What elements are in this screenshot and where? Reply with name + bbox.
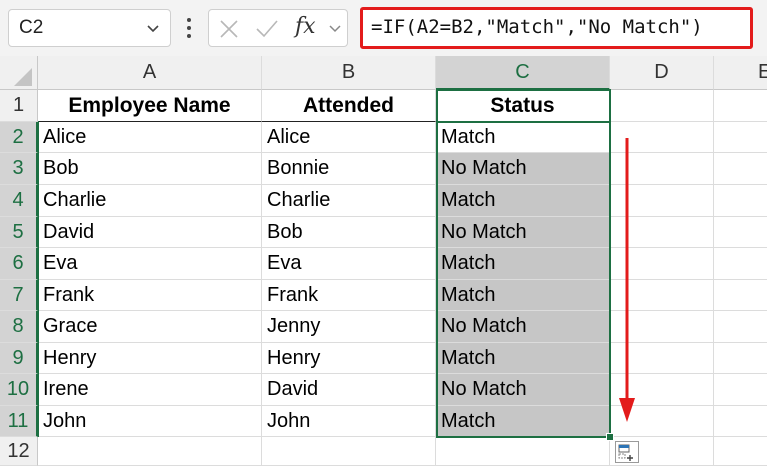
cancel-icon[interactable]: [219, 19, 239, 39]
cell-a10[interactable]: Irene: [38, 374, 262, 406]
red-down-arrow-icon: [619, 138, 635, 422]
cell-c3[interactable]: No Match: [436, 153, 610, 185]
cell-e10[interactable]: [714, 374, 767, 406]
row-header-5[interactable]: 5: [0, 217, 38, 248]
cell-e8[interactable]: [714, 311, 767, 343]
column-header-b[interactable]: B: [262, 56, 436, 90]
cell-b4[interactable]: Charlie: [262, 185, 436, 217]
cell-c5[interactable]: No Match: [436, 217, 610, 248]
cell-e4[interactable]: [714, 185, 767, 217]
cell-a3[interactable]: Bob: [38, 153, 262, 185]
formula-text: =IF(A2=B2,"Match","No Match"): [371, 16, 703, 38]
cell-a8[interactable]: Grace: [38, 311, 262, 343]
cell-c4[interactable]: Match: [436, 185, 610, 217]
cell-c12[interactable]: [436, 437, 610, 466]
cell-e7[interactable]: [714, 280, 767, 311]
row-header-3[interactable]: 3: [0, 153, 38, 185]
header-attended[interactable]: Attended: [262, 90, 436, 122]
chevron-down-icon[interactable]: [328, 20, 342, 36]
formula-buttons: fx: [208, 9, 348, 47]
cell-a4[interactable]: Charlie: [38, 185, 262, 217]
cell-b3[interactable]: Bonnie: [262, 153, 436, 185]
cell-e12[interactable]: [714, 437, 767, 466]
cell-c11[interactable]: Match: [436, 406, 610, 437]
header-employee-name[interactable]: Employee Name: [38, 90, 262, 122]
cell-c10[interactable]: No Match: [436, 374, 610, 406]
cell-a5[interactable]: David: [38, 217, 262, 248]
fill-handle[interactable]: [606, 433, 614, 441]
header-status[interactable]: Status: [436, 90, 610, 122]
cell-e2[interactable]: [714, 122, 767, 153]
check-icon[interactable]: [255, 19, 279, 39]
quick-analysis-icon: [618, 444, 633, 461]
formula-input[interactable]: =IF(A2=B2,"Match","No Match"): [360, 7, 753, 49]
cell-b12[interactable]: [262, 437, 436, 466]
row-header-6[interactable]: 6: [0, 248, 38, 280]
chevron-down-icon[interactable]: [145, 20, 161, 36]
cell-c8[interactable]: No Match: [436, 311, 610, 343]
cell-b10[interactable]: David: [262, 374, 436, 406]
cell-c9[interactable]: Match: [436, 343, 610, 374]
insert-function-icon[interactable]: fx: [295, 14, 316, 39]
cell-a7[interactable]: Frank: [38, 280, 262, 311]
cell-a9[interactable]: Henry: [38, 343, 262, 374]
cell-a2[interactable]: Alice: [38, 122, 262, 153]
row-header-9[interactable]: 9: [0, 343, 38, 374]
cell-b8[interactable]: Jenny: [262, 311, 436, 343]
cell-e9[interactable]: [714, 343, 767, 374]
column-header-c[interactable]: C: [436, 56, 610, 90]
name-box-value: C2: [19, 17, 44, 38]
source-range-outline: [38, 121, 39, 437]
cell-b6[interactable]: Eva: [262, 248, 436, 280]
cell-c6[interactable]: Match: [436, 248, 610, 280]
column-header-a[interactable]: A: [38, 56, 262, 90]
cell-c2[interactable]: Match: [436, 122, 610, 153]
select-all-triangle-icon: [14, 68, 32, 86]
cell-d1[interactable]: [610, 90, 714, 122]
more-options-icon[interactable]: [186, 14, 192, 42]
cell-b11[interactable]: John: [262, 406, 436, 437]
row-header-1[interactable]: 1: [0, 90, 38, 122]
cell-c7[interactable]: Match: [436, 280, 610, 311]
cell-e11[interactable]: [714, 406, 767, 437]
column-header-d[interactable]: D: [610, 56, 714, 90]
formula-bar: C2 fx =IF(A2=B2,"Match","No Match"): [0, 0, 767, 56]
column-header-e[interactable]: E: [714, 56, 767, 90]
row-header-4[interactable]: 4: [0, 185, 38, 217]
cell-a6[interactable]: Eva: [38, 248, 262, 280]
cell-b5[interactable]: Bob: [262, 217, 436, 248]
cell-e6[interactable]: [714, 248, 767, 280]
cell-e3[interactable]: [714, 153, 767, 185]
cell-b9[interactable]: Henry: [262, 343, 436, 374]
row-header-10[interactable]: 10: [0, 374, 38, 406]
cell-b7[interactable]: Frank: [262, 280, 436, 311]
row-header-12[interactable]: 12: [0, 437, 38, 466]
cell-a11[interactable]: John: [38, 406, 262, 437]
row-header-7[interactable]: 7: [0, 280, 38, 311]
row-header-8[interactable]: 8: [0, 311, 38, 343]
row-header-2[interactable]: 2: [0, 122, 38, 153]
quick-analysis-button[interactable]: [615, 441, 639, 463]
cell-a12[interactable]: [38, 437, 262, 466]
cell-b2[interactable]: Alice: [262, 122, 436, 153]
cell-e5[interactable]: [714, 217, 767, 248]
cell-e1[interactable]: [714, 90, 767, 122]
name-box[interactable]: C2: [8, 9, 171, 47]
row-header-11[interactable]: 11: [0, 406, 38, 437]
